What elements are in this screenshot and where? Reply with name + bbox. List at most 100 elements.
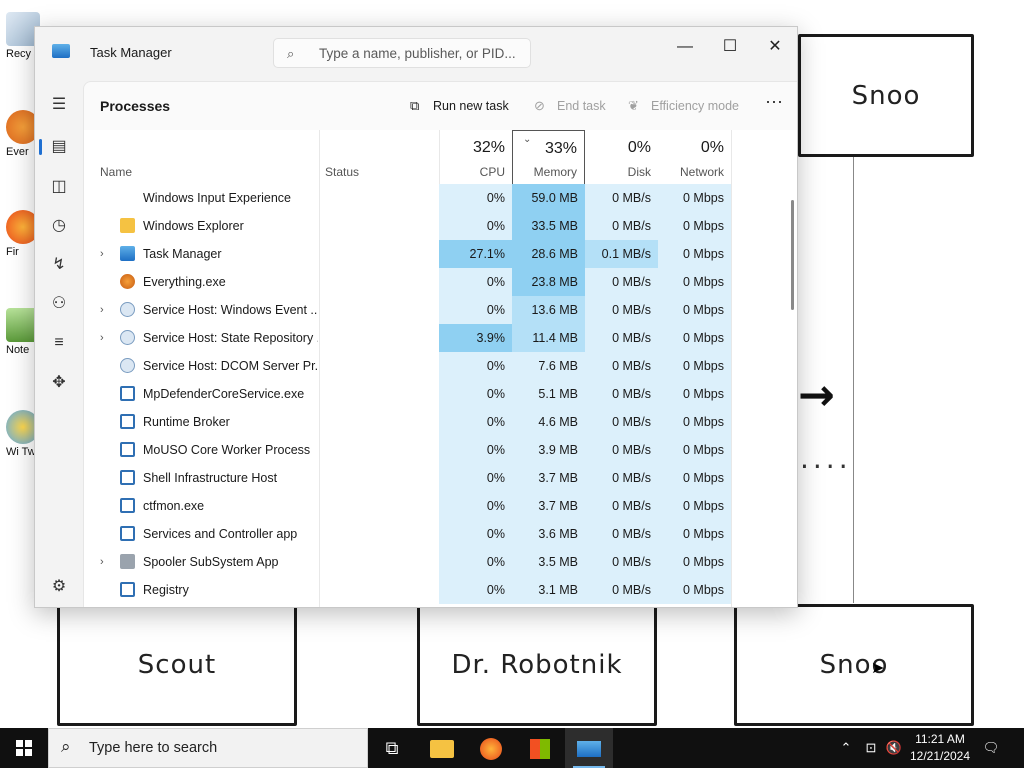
disk-cell: 0 MB/s (585, 408, 658, 436)
table-row[interactable]: Windows Input Experience 0% 59.0 MB 0 MB/s 0… (84, 184, 797, 212)
expand-chevron-icon[interactable]: › (100, 324, 104, 352)
end-task-button[interactable]: ⊘ End task (534, 98, 606, 114)
process-name-cell: Runtime Broker (84, 408, 319, 436)
file-explorer-icon[interactable] (418, 728, 466, 768)
column-header-name[interactable]: Name (84, 130, 319, 184)
task-view-icon[interactable]: ⧉ (368, 728, 416, 768)
status-cell (319, 212, 439, 240)
search-placeholder: Type a name, publisher, or PID... (319, 46, 516, 61)
cpu-cell: 0% (439, 296, 512, 324)
table-row[interactable]: Registry 0% 3.1 MB 0 MB/s 0 Mbps (84, 576, 797, 604)
maximize-button[interactable]: ☐ (710, 33, 750, 61)
expand-chevron-icon[interactable]: › (100, 240, 104, 268)
table-row[interactable]: › Spooler SubSystem App 0% 3.5 MB 0 MB/s 0 Mb… (84, 548, 797, 576)
search-input[interactable]: ⌕ Type a name, publisher, or PID... (273, 38, 531, 68)
column-header-disk[interactable]: 0% Disk (585, 130, 658, 184)
disk-cell: 0 MB/s (585, 548, 658, 576)
settings-gear-icon[interactable]: ⚙ (47, 575, 71, 599)
diagram-box-robotnik: Dr. Robotnik (417, 604, 657, 726)
run-new-task-button[interactable]: ⧉ Run new task (410, 98, 509, 114)
minimize-button[interactable]: — (665, 33, 705, 61)
title-bar[interactable]: Task Manager ⌕ Type a name, publisher, o… (35, 27, 797, 81)
network-cell: 0 Mbps (658, 352, 731, 380)
notifications-icon[interactable]: 🗨 (980, 728, 1002, 768)
performance-nav-icon[interactable]: ◫ (47, 175, 71, 199)
diagram-box-snoo-top: Snoo (798, 34, 974, 157)
vertical-scrollbar[interactable] (791, 200, 794, 310)
disk-cell: 0 MB/s (585, 296, 658, 324)
cpu-cell: 0% (439, 268, 512, 296)
process-name: Service Host: State Repository ... (143, 331, 318, 345)
app-history-nav-icon[interactable]: ◷ (47, 214, 71, 238)
disk-cell: 0 MB/s (585, 212, 658, 240)
application-window-icon (120, 386, 135, 401)
process-name-cell: ctfmon.exe (84, 492, 319, 520)
blank-icon (120, 190, 135, 205)
table-row[interactable]: ctfmon.exe 0% 3.7 MB 0 MB/s 0 Mbps (84, 492, 797, 520)
table-row[interactable]: MoUSO Core Worker Process 0% 3.9 MB 0 MB/s 0… (84, 436, 797, 464)
column-header-memory[interactable]: ⌄ 33% Memory (512, 130, 585, 184)
efficiency-mode-button[interactable]: ❦ Efficiency mode (628, 98, 739, 114)
time-text: 11:21 AM (915, 732, 965, 746)
more-options-icon[interactable]: ⋯ (765, 92, 783, 113)
expand-chevron-icon[interactable]: › (100, 548, 104, 576)
services-nav-icon[interactable]: ✥ (47, 371, 71, 395)
table-row[interactable]: MpDefenderCoreService.exe 0% 5.1 MB 0 MB/s 0… (84, 380, 797, 408)
clock[interactable]: 11:21 AM 12/21/2024 (900, 731, 980, 765)
process-name: ctfmon.exe (143, 499, 205, 513)
table-row[interactable]: Shell Infrastructure Host 0% 3.7 MB 0 MB/s 0… (84, 464, 797, 492)
column-header-cpu[interactable]: 32% CPU (439, 130, 512, 184)
active-indicator (39, 139, 42, 155)
table-row[interactable]: Runtime Broker 0% 4.6 MB 0 MB/s 0 Mbps (84, 408, 797, 436)
process-name: Services and Controller app (143, 527, 298, 541)
status-cell (319, 352, 439, 380)
processes-nav-icon[interactable]: ▤ (47, 135, 71, 159)
taskbar-search-box[interactable]: ⌕ Type here to search (48, 728, 368, 768)
firefox-icon[interactable] (467, 728, 515, 768)
disk-cell: 0 MB/s (585, 492, 658, 520)
users-nav-icon[interactable]: ⚇ (47, 292, 71, 316)
expand-chevron-icon[interactable]: › (100, 296, 104, 324)
table-row[interactable]: Windows Explorer 0% 33.5 MB 0 MB/s 0 Mbps (84, 212, 797, 240)
memory-cell: 33.5 MB (512, 212, 585, 240)
network-icon[interactable]: ⊡ (860, 728, 882, 768)
task-manager-taskbar-icon[interactable] (565, 728, 613, 768)
process-name-cell: Service Host: DCOM Server Pr... (84, 352, 319, 380)
status-cell (319, 548, 439, 576)
close-button[interactable]: ✕ (755, 33, 795, 61)
table-row[interactable]: › Service Host: Windows Event ... 0% 13.6 M… (84, 296, 797, 324)
process-name: Windows Explorer (143, 219, 244, 233)
network-cell: 0 Mbps (658, 184, 731, 212)
process-name-cell: Windows Input Experience (84, 184, 319, 212)
status-cell (319, 520, 439, 548)
process-name: Registry (143, 583, 189, 597)
table-row[interactable]: Everything.exe 0% 23.8 MB 0 MB/s 0 Mbps (84, 268, 797, 296)
memory-cell: 3.7 MB (512, 492, 585, 520)
end-task-icon: ⊘ (534, 98, 545, 113)
status-cell (319, 576, 439, 604)
application-window-icon (120, 470, 135, 485)
column-header-network[interactable]: 0% Network (658, 130, 731, 184)
cpu-cell: 0% (439, 548, 512, 576)
microsoft-store-icon[interactable] (516, 728, 564, 768)
hamburger-menu-icon[interactable]: ☰ (47, 93, 71, 117)
show-hidden-icons-chevron-icon[interactable]: ⌃ (836, 728, 856, 768)
table-row[interactable]: › Service Host: State Repository ... 3.9% 1… (84, 324, 797, 352)
mouse-cursor-icon: ➤ (871, 660, 885, 677)
table-row[interactable]: › Task Manager 27.1% 28.6 MB 0.1 MB/s 0 Mbps (84, 240, 797, 268)
process-name: Service Host: DCOM Server Pr... (143, 359, 318, 373)
cpu-cell: 0% (439, 436, 512, 464)
table-row[interactable]: Service Host: DCOM Server Pr... 0% 7.6 MB 0… (84, 352, 797, 380)
details-nav-icon[interactable]: ≡ (47, 331, 71, 355)
process-name: Runtime Broker (143, 415, 230, 429)
table-row[interactable]: Services and Controller app 0% 3.6 MB 0 MB/… (84, 520, 797, 548)
lifeline (853, 157, 854, 603)
startup-apps-nav-icon[interactable]: ↯ (47, 253, 71, 277)
start-button[interactable] (0, 728, 48, 768)
memory-cell: 11.4 MB (512, 324, 585, 352)
cpu-cell: 0% (439, 520, 512, 548)
diagram-box-snoo-bottom: Snoo (734, 604, 974, 726)
column-header-status[interactable]: Status (319, 130, 439, 184)
magnifier-icon (120, 274, 135, 289)
network-cell: 0 Mbps (658, 520, 731, 548)
